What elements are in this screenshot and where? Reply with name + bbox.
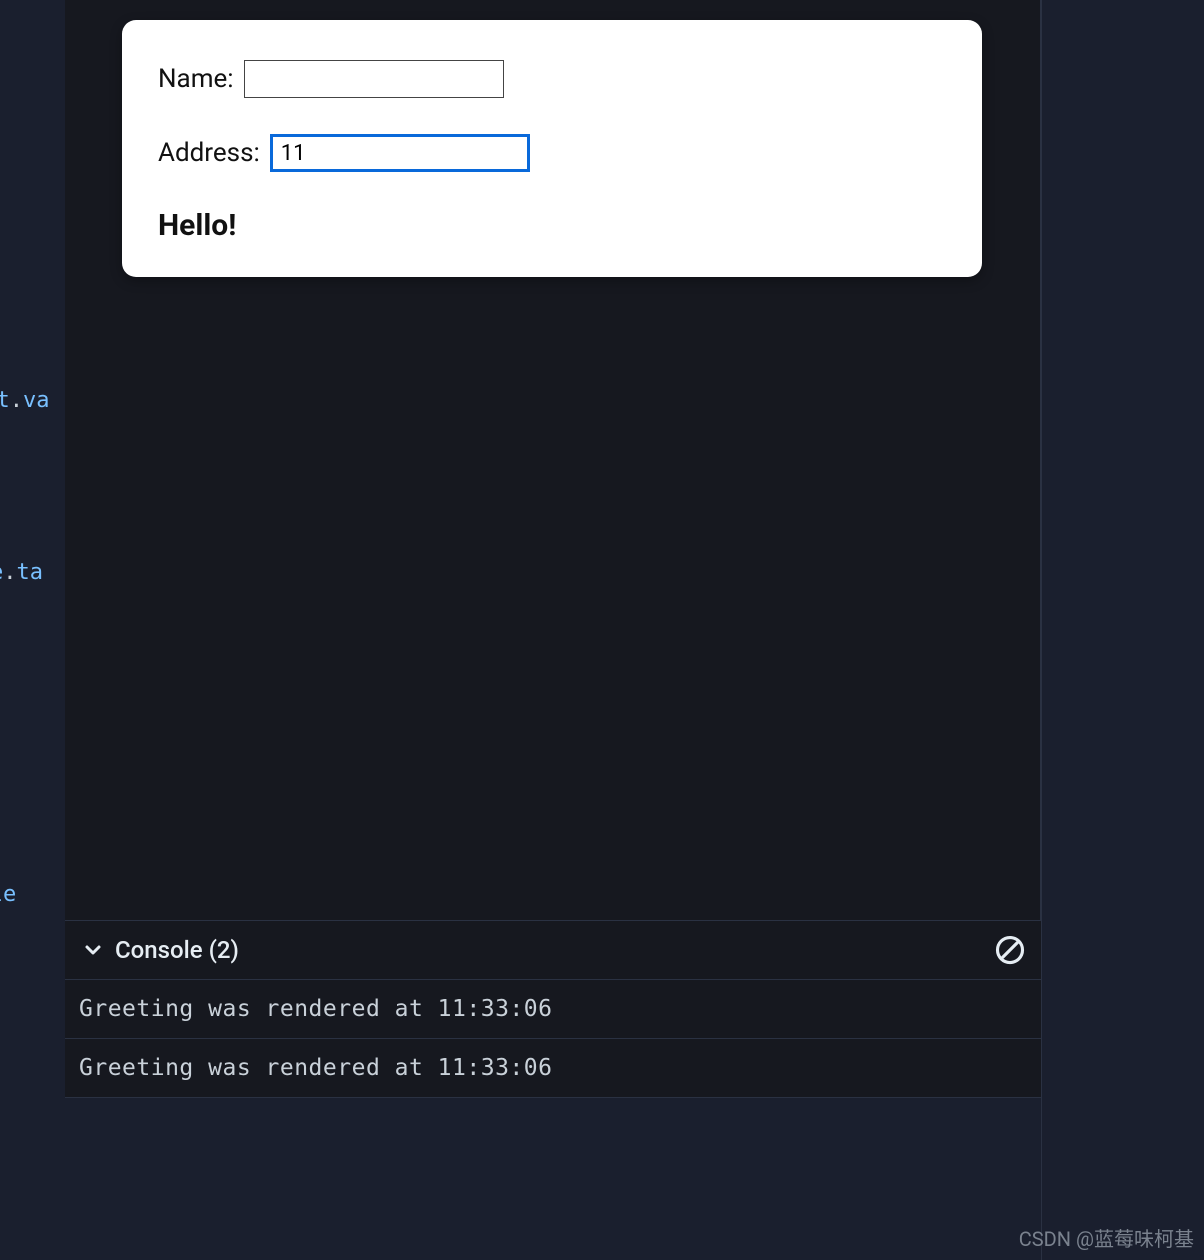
chevron-down-icon — [81, 938, 105, 962]
console-log-row: Greeting was rendered at 11:33:06 — [65, 1039, 1041, 1098]
code-fragment: get.va — [0, 388, 50, 413]
address-row: Address: — [158, 134, 946, 172]
code-editor-sidebar: get.va e.ta ocale — [0, 0, 65, 1260]
console-panel: Console (2) Greeting was rendered at 11:… — [65, 920, 1041, 1098]
name-row: Name: — [158, 60, 946, 98]
code-fragment: ocale — [0, 882, 16, 907]
code-fragment: e.ta — [0, 560, 43, 585]
console-log-row: Greeting was rendered at 11:33:06 — [65, 980, 1041, 1039]
console-title: Console (2) — [115, 936, 239, 964]
address-input[interactable] — [270, 134, 530, 172]
address-label: Address: — [158, 138, 260, 168]
form-card: Name: Address: Hello! — [122, 20, 982, 277]
preview-panel: Name: Address: Hello! — [65, 0, 1041, 920]
right-edge-panel — [1041, 0, 1204, 1260]
clear-console-icon[interactable] — [995, 935, 1025, 965]
console-header[interactable]: Console (2) — [65, 921, 1041, 980]
watermark: CSDN @蓝莓味柯基 — [1019, 1223, 1194, 1252]
name-label: Name: — [158, 64, 234, 94]
console-header-left: Console (2) — [81, 936, 239, 964]
name-input[interactable] — [244, 60, 504, 98]
greeting-text: Hello! — [158, 208, 946, 243]
